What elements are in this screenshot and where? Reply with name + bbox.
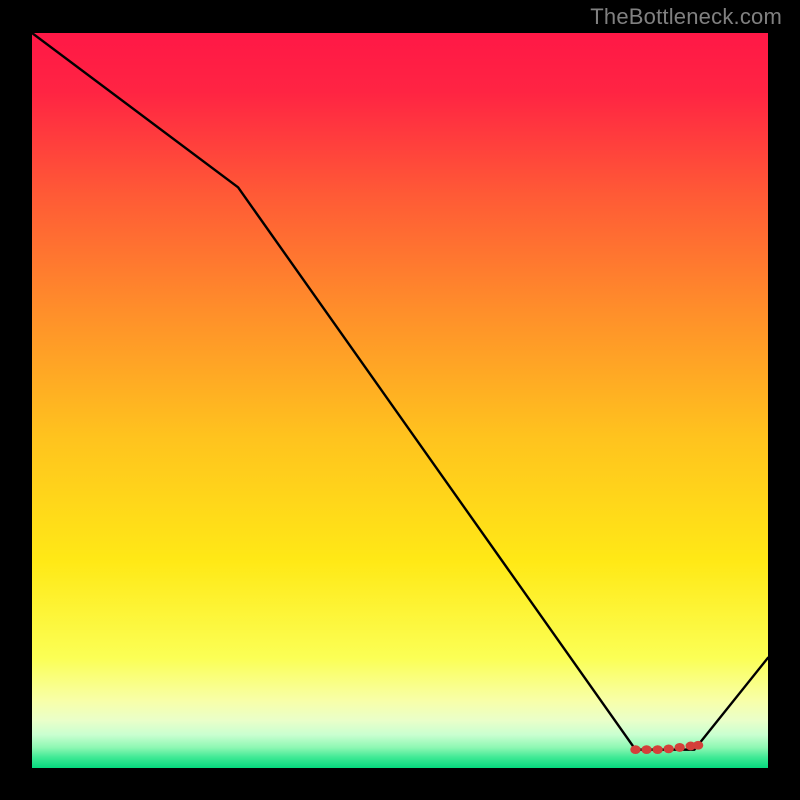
chart-stage: TheBottleneck.com <box>0 0 800 800</box>
watermark-text: TheBottleneck.com <box>590 4 782 30</box>
marker-dot <box>630 745 640 754</box>
plot-area <box>32 33 768 768</box>
marker-dot <box>674 743 684 752</box>
chart-svg <box>32 33 768 768</box>
marker-dot <box>641 745 651 754</box>
marker-dot <box>693 741 703 750</box>
gradient-bg <box>32 33 768 768</box>
marker-dot <box>652 745 662 754</box>
marker-dot <box>663 744 673 753</box>
